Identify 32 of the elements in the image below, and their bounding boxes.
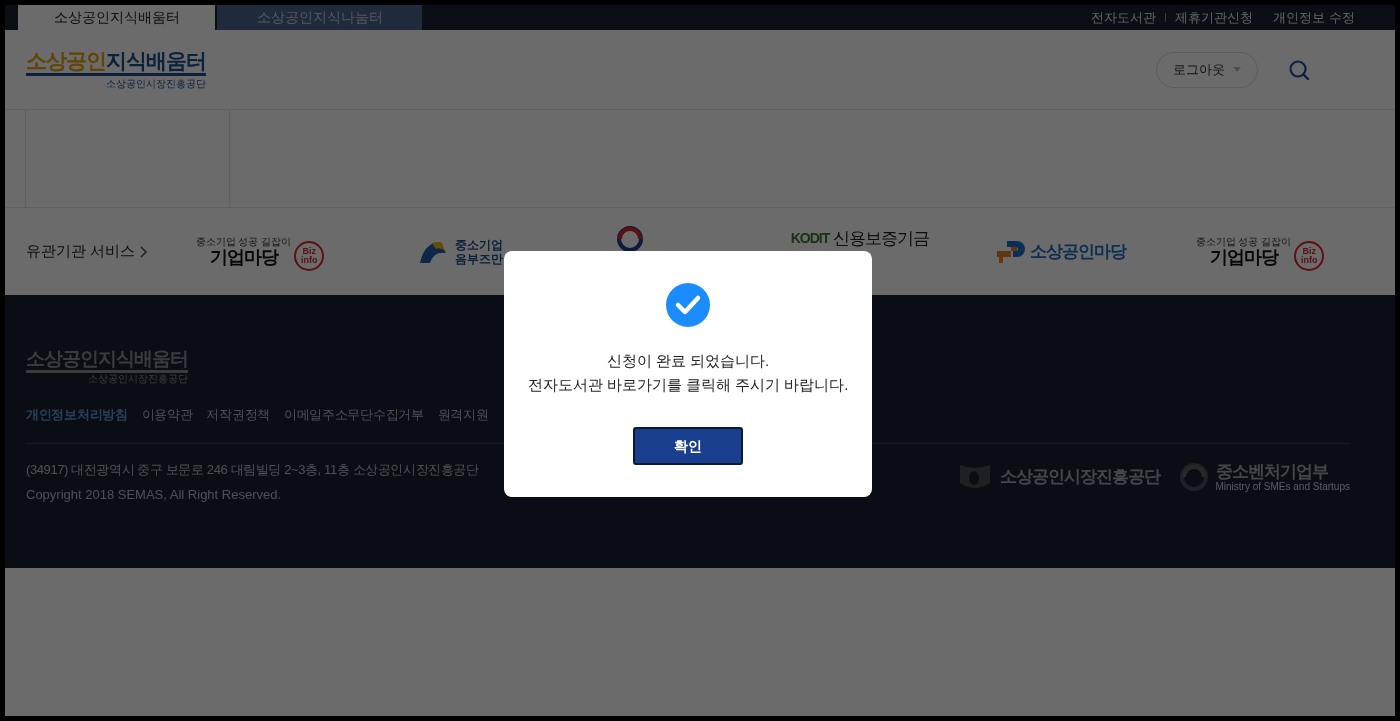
check-circle-icon [666,283,710,327]
search-icon[interactable] [1288,58,1310,81]
agency-logo[interactable]: 소상공인시장진흥공단 [957,463,1160,491]
site-logo[interactable]: 소상공인지식배움터 소상공인시장진흥공단 [26,49,206,90]
footer-link[interactable]: 이용약관 [141,405,193,425]
logout-dropdown[interactable]: 로그아웃 [1156,51,1258,88]
address-text: (34917) 대전광역시 중구 보문로 246 대림빌딩 2~3층, 11층 소상공인시장진흥공단 [26,460,479,479]
footer-link[interactable]: 저작권정책 [206,405,270,425]
dialog-message: 신청이 완료 되었습니다. [606,351,770,371]
site-tab[interactable]: 소상공인지식배움터 [18,5,215,30]
confirm-button[interactable]: 확인 [633,427,743,465]
agency-logo[interactable]: 중소벤처기업부 Ministry of SMEs and Startups [1179,461,1350,493]
partner-logo[interactable]: KODIT 신용보증기금 [790,225,930,252]
top-link[interactable]: 개인정보 수정 [1273,7,1355,28]
emblem-icon [617,225,643,252]
partner-logo[interactable]: 중소기업 성공 길잡이 기업마당 Biz info [1195,232,1325,271]
copyright-text: Copyright 2018 SEMAS, All Right Reserved. [26,486,283,504]
top-link[interactable]: 전자도서관 [1091,7,1157,28]
emblem-icon [1179,463,1208,491]
footer-link[interactable]: 개인정보처리방침 [26,405,128,425]
chevron-right-icon [140,245,148,258]
partner-logo[interactable]: 소상공인마당 [994,238,1126,265]
plus-pin-icon [994,238,1027,265]
partner-logo[interactable]: 중소기업 성공 길잡이 기업마당 Biz info [195,232,325,271]
partner-logo[interactable]: 중소기업 옴부즈만 [417,237,503,266]
footer-link[interactable]: 이메일주소무단수집거부 [283,405,424,425]
caret-icon [1233,67,1241,72]
section-heading[interactable]: 유관기관 서비스 [26,240,136,263]
footer-link[interactable]: 원격지원 [437,405,489,425]
partner-logo[interactable] [617,225,643,252]
top-link[interactable]: 제휴기관신청 [1175,7,1254,28]
dialog-message: 전자도서관 바로가기를 클릭해 주시기 바랍니다. [527,375,849,395]
